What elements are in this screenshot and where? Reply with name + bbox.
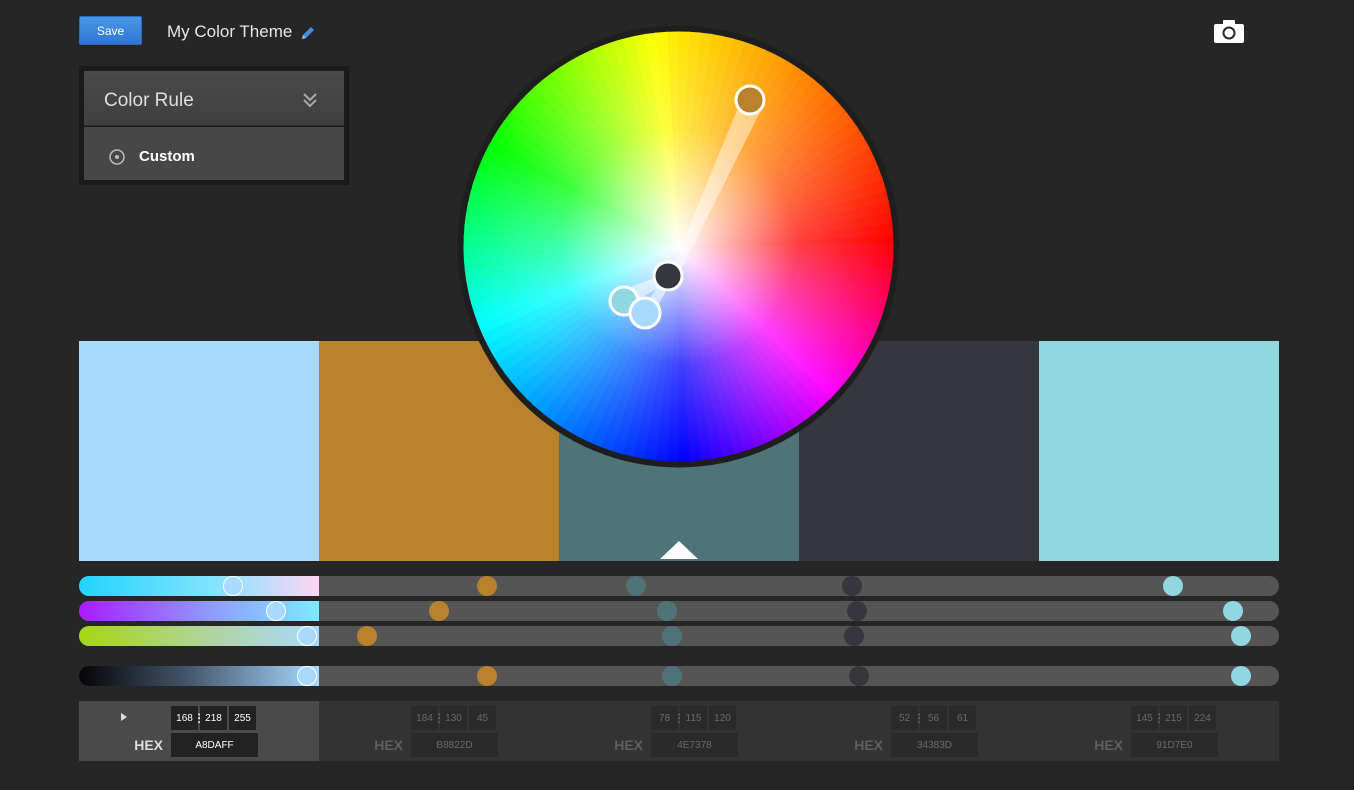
save-button[interactable]: Save <box>79 16 142 45</box>
radio-icon <box>109 149 125 165</box>
wheel-handle-base-color[interactable] <box>628 296 662 330</box>
red-value-field[interactable]: 145 <box>1131 706 1158 730</box>
brightness-slider-knob-1[interactable] <box>297 626 317 646</box>
hue-slider-knob-2[interactable] <box>477 576 497 596</box>
hex-label: HEX <box>374 737 403 753</box>
green-value-field[interactable]: 115 <box>680 706 707 730</box>
saturation-slider-knob-2[interactable] <box>429 601 449 621</box>
hue-slider-track[interactable] <box>79 576 1279 596</box>
saturation-slider-knob-3[interactable] <box>657 601 677 621</box>
hex-value-field[interactable]: A8DAFF <box>171 733 258 757</box>
color-rule-option-label: Custom <box>139 148 195 165</box>
blue-value-field[interactable]: 120 <box>709 706 736 730</box>
color-wheel[interactable] <box>457 25 900 468</box>
blue-value-field[interactable]: 224 <box>1189 706 1216 730</box>
brightness-slider-knob-5[interactable] <box>1230 626 1251 646</box>
hex-value-field[interactable]: 34383D <box>891 733 978 757</box>
brightness-slider-knob-3[interactable] <box>661 626 682 646</box>
green-value-field[interactable]: 218 <box>200 706 227 730</box>
color-rule-panel: Color Rule Custom <box>79 66 349 185</box>
hex-value-field[interactable]: B8822D <box>411 733 498 757</box>
color-swatch-1[interactable] <box>79 341 319 561</box>
theme-name[interactable]: My Color Theme <box>167 22 292 42</box>
hex-label: HEX <box>854 737 883 753</box>
triangle-right-icon[interactable] <box>120 712 128 722</box>
color-swatch-5[interactable] <box>1039 341 1279 561</box>
base-color-marker <box>660 541 698 559</box>
color-rule-dropdown[interactable]: Color Rule <box>84 71 344 126</box>
color-rule-option-custom[interactable]: Custom <box>84 127 344 180</box>
hex-label: HEX <box>614 737 643 753</box>
luminance-slider-knob-3[interactable] <box>661 666 682 686</box>
red-value-field[interactable]: 168 <box>171 706 198 730</box>
luminance-slider-knob-5[interactable] <box>1230 666 1251 686</box>
camera-icon[interactable] <box>1212 19 1246 45</box>
saturation-slider-track[interactable] <box>79 601 1279 621</box>
luminance-slider-knob-4[interactable] <box>849 666 869 686</box>
luminance-slider-knob-2[interactable] <box>477 666 497 686</box>
color-rule-title: Color Rule <box>104 90 194 111</box>
hue-slider-knob-3[interactable] <box>625 576 646 596</box>
red-value-field[interactable]: 78 <box>651 706 678 730</box>
brightness-slider-knob-2[interactable] <box>357 626 377 646</box>
wheel-saturation-overlay <box>463 31 894 462</box>
green-value-field[interactable]: 215 <box>1160 706 1187 730</box>
green-value-field[interactable]: 56 <box>920 706 947 730</box>
hex-label: HEX <box>1094 737 1123 753</box>
wheel-handle-color-4[interactable] <box>652 260 684 292</box>
blue-value-field[interactable]: 61 <box>949 706 976 730</box>
saturation-slider-knob-4[interactable] <box>846 601 867 621</box>
blue-value-field[interactable]: 255 <box>229 706 256 730</box>
green-value-field[interactable]: 130 <box>440 706 467 730</box>
pencil-icon[interactable] <box>299 24 317 42</box>
hex-label: HEX <box>134 737 163 753</box>
luminance-slider-knob-1[interactable] <box>297 666 317 686</box>
hue-slider-knob-1[interactable] <box>222 576 243 596</box>
blue-value-field[interactable]: 45 <box>469 706 496 730</box>
red-value-field[interactable]: 52 <box>891 706 918 730</box>
saturation-slider-knob-1[interactable] <box>265 601 286 621</box>
hex-value-field[interactable]: 91D7E0 <box>1131 733 1218 757</box>
hex-value-field[interactable]: 4E7378 <box>651 733 738 757</box>
red-value-field[interactable]: 184 <box>411 706 438 730</box>
double-chevron-down-icon <box>303 93 317 108</box>
hue-slider-knob-4[interactable] <box>841 576 862 596</box>
wheel-handle-color-2[interactable] <box>734 84 766 116</box>
